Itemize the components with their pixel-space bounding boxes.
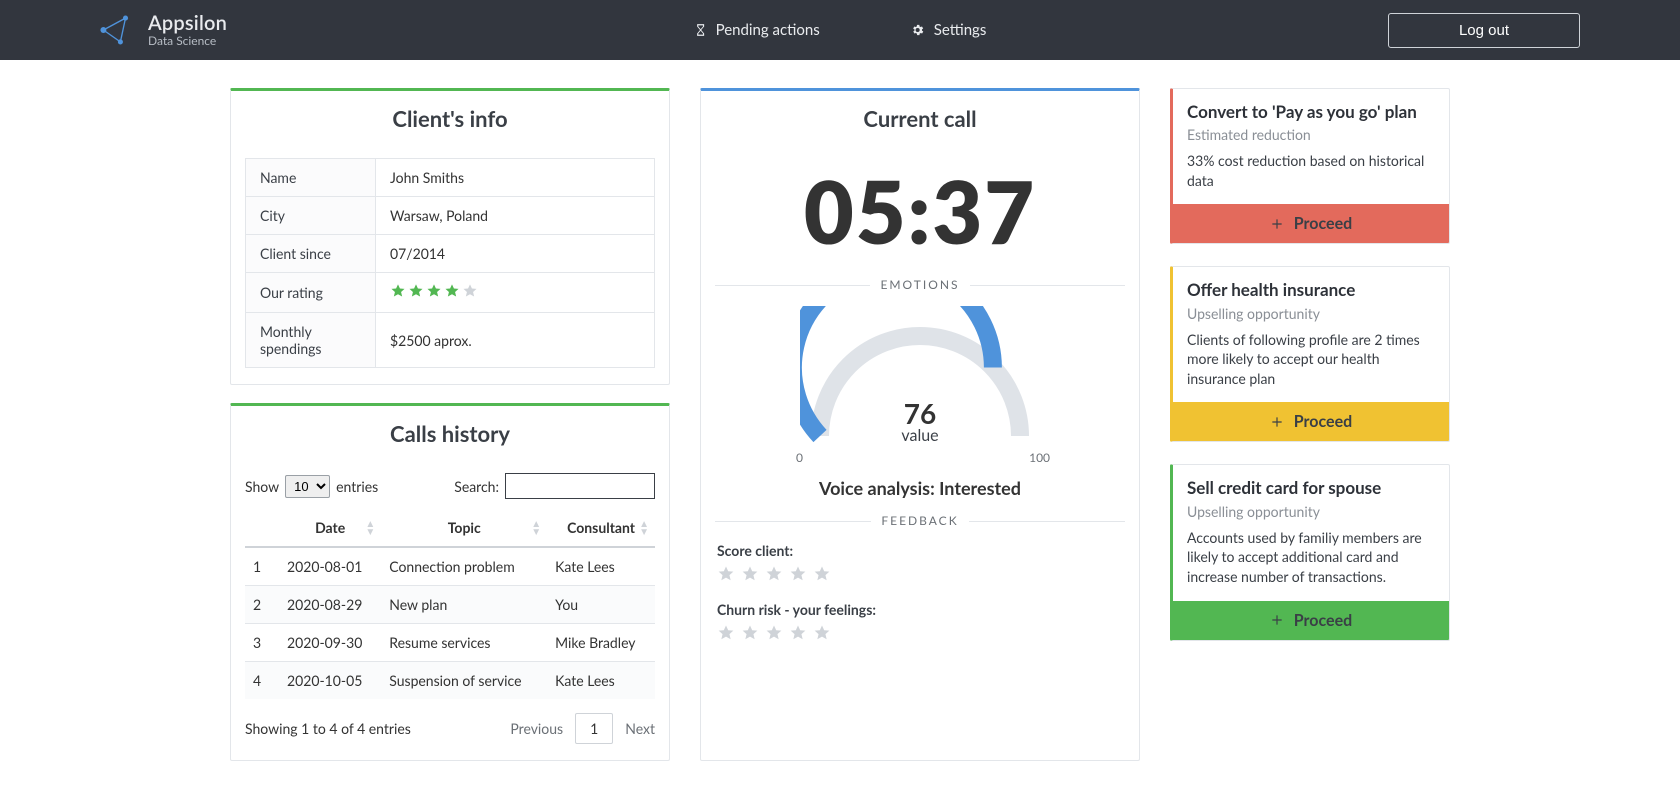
proceed-label: Proceed (1294, 214, 1352, 233)
proceed-button[interactable]: Proceed (1173, 402, 1449, 441)
gears-icon (910, 23, 926, 37)
pagination: Showing 1 to 4 of 4 entries Previous 1 N… (245, 713, 655, 744)
table-row: Client since07/2014 (246, 235, 655, 273)
sort-icon: ▲▼ (639, 520, 649, 536)
nav-pending-actions[interactable]: Pending actions (694, 21, 820, 39)
emotions-gauge: 76 value 0 100 (790, 306, 1050, 461)
table-row: CityWarsaw, Poland (246, 197, 655, 235)
label-since: Client since (246, 235, 376, 273)
sort-icon: ▲▼ (531, 520, 541, 536)
table-row[interactable]: 42020-10-05Suspension of serviceKate Lee… (245, 662, 655, 700)
col-topic[interactable]: Topic▲▼ (381, 509, 547, 547)
nav-settings-label: Settings (934, 21, 987, 39)
table-row: Our rating (246, 273, 655, 313)
hourglass-icon (694, 23, 708, 37)
label-name: Name (246, 159, 376, 197)
current-call-card: Current call 05:37 EMOTIONS 76 value 0 1… (700, 88, 1140, 761)
client-info-title: Client's info (231, 105, 669, 132)
proceed-label: Proceed (1294, 412, 1352, 431)
proceed-button[interactable]: Proceed (1173, 601, 1449, 640)
client-info-table: NameJohn Smiths CityWarsaw, Poland Clien… (245, 158, 655, 368)
pagination-summary: Showing 1 to 4 of 4 entries (245, 720, 411, 737)
calls-toolbar: Show 10 entries Search: (245, 473, 655, 499)
action-description: Accounts used by familiy members are lik… (1187, 528, 1435, 587)
page-size-select[interactable]: 10 (285, 475, 330, 498)
actions-column: Convert to 'Pay as you go' plan Estimated… (1170, 88, 1450, 761)
call-timer: 05:37 (715, 160, 1125, 263)
churn-risk-stars[interactable] (717, 624, 831, 642)
score-client-label: Score client: (717, 542, 1123, 559)
col-index[interactable] (245, 509, 279, 547)
sort-icon: ▲▼ (365, 520, 375, 536)
search-label: Search: (454, 478, 499, 495)
gauge-min: 0 (796, 450, 803, 465)
action-card: Convert to 'Pay as you go' plan Estimated… (1170, 88, 1450, 244)
action-card: Sell credit card for spouse Upselling opp… (1170, 464, 1450, 640)
nav-pending-label: Pending actions (716, 21, 820, 39)
next-button[interactable]: Next (625, 720, 655, 737)
value-since: 07/2014 (376, 235, 655, 273)
action-description: 33% cost reduction based on historical d… (1187, 151, 1435, 190)
brand-name: Appsilon (148, 13, 227, 33)
score-client-block: Score client: (717, 542, 1123, 587)
brand: Appsilon Data Science (100, 13, 227, 47)
action-subtitle: Upselling opportunity (1187, 305, 1435, 322)
churn-risk-label: Churn risk - your feelings: (717, 601, 1123, 618)
plus-icon (1270, 217, 1284, 231)
value-spendings: $2500 aprox. (376, 313, 655, 368)
brand-logo-icon (100, 13, 134, 47)
score-client-stars[interactable] (717, 565, 831, 583)
table-row[interactable]: 12020-08-01Connection problemKate Lees (245, 547, 655, 586)
plus-icon (1270, 613, 1284, 627)
top-header: Appsilon Data Science Pending actions Se… (0, 0, 1680, 60)
top-nav: Pending actions Settings (694, 21, 987, 39)
search-input[interactable] (505, 473, 655, 499)
action-title: Convert to 'Pay as you go' plan (1187, 101, 1435, 122)
label-spendings: Monthly spendings (246, 313, 376, 368)
label-city: City (246, 197, 376, 235)
proceed-button[interactable]: Proceed (1173, 204, 1449, 243)
feedback-divider: FEEDBACK (715, 513, 1125, 528)
col-date[interactable]: Date▲▼ (279, 509, 381, 547)
current-call-title: Current call (701, 105, 1139, 132)
prev-button[interactable]: Previous (510, 720, 563, 737)
logout-button[interactable]: Log out (1388, 13, 1580, 48)
calls-history-title: Calls history (231, 420, 669, 447)
value-rating (376, 273, 655, 313)
page-number[interactable]: 1 (575, 713, 613, 744)
brand-subtitle: Data Science (148, 35, 227, 47)
plus-icon (1270, 415, 1284, 429)
action-description: Clients of following profile are 2 times… (1187, 330, 1435, 389)
gauge-max: 100 (1029, 450, 1050, 465)
calls-table: Date▲▼ Topic▲▼ Consultant▲▼ 12020-08-01C… (245, 509, 655, 699)
value-name: John Smiths (376, 159, 655, 197)
churn-risk-block: Churn risk - your feelings: (717, 601, 1123, 646)
table-row[interactable]: 22020-08-29New planYou (245, 586, 655, 624)
proceed-label: Proceed (1294, 611, 1352, 630)
value-city: Warsaw, Poland (376, 197, 655, 235)
action-card: Offer health insurance Upselling opportun… (1170, 266, 1450, 442)
gauge-value: 76 (790, 396, 1050, 430)
client-info-card: Client's info NameJohn Smiths CityWarsaw… (230, 88, 670, 385)
action-title: Offer health insurance (1187, 279, 1435, 300)
action-subtitle: Upselling opportunity (1187, 503, 1435, 520)
table-row: NameJohn Smiths (246, 159, 655, 197)
nav-settings[interactable]: Settings (910, 21, 987, 39)
show-label-post: entries (336, 478, 378, 495)
show-label-pre: Show (245, 478, 279, 495)
label-rating: Our rating (246, 273, 376, 313)
action-title: Sell credit card for spouse (1187, 477, 1435, 498)
col-consultant[interactable]: Consultant▲▼ (547, 509, 655, 547)
gauge-value-label: value (790, 426, 1050, 445)
calls-history-card: Calls history Show 10 entries Search: (230, 403, 670, 761)
table-row[interactable]: 32020-09-30Resume servicesMike Bradley (245, 624, 655, 662)
action-subtitle: Estimated reduction (1187, 126, 1435, 143)
rating-stars (390, 283, 478, 299)
voice-analysis: Voice analysis: Interested (715, 477, 1125, 499)
table-row: Monthly spendings$2500 aprox. (246, 313, 655, 368)
emotions-divider: EMOTIONS (715, 277, 1125, 292)
